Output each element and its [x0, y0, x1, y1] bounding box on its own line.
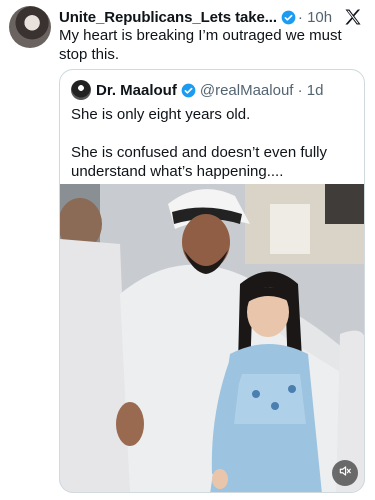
quoted-tweet[interactable]: Dr. Maalouf @realMaalouf · 1d She is onl…: [59, 69, 365, 493]
tweet-header: Unite_Republicans_Lets take... · 10h: [59, 7, 365, 27]
quoted-avatar[interactable]: [71, 80, 91, 100]
verified-badge-icon: [181, 83, 196, 98]
quoted-text-line2: She is confused and doesn’t even fully u…: [71, 144, 328, 180]
tweet-text: My heart is breaking I’m outraged we mus…: [59, 27, 342, 63]
quoted-header: Dr. Maalouf @realMaalouf · 1d: [71, 79, 323, 101]
mute-icon: [338, 464, 352, 483]
video-media[interactable]: [60, 184, 364, 492]
quoted-author-name[interactable]: Dr. Maalouf: [96, 82, 177, 99]
avatar[interactable]: [9, 6, 51, 48]
tweet-time[interactable]: · 10h: [298, 9, 332, 26]
quoted-handle-time[interactable]: @realMaalouf · 1d: [200, 82, 324, 99]
quoted-text-line1: She is only eight years old.: [71, 106, 251, 123]
x-logo-icon[interactable]: [343, 7, 363, 27]
mute-button[interactable]: [332, 460, 358, 486]
author-name[interactable]: Unite_Republicans_Lets take...: [59, 9, 277, 26]
verified-badge-icon: [281, 10, 296, 25]
video-frame: [60, 184, 364, 492]
